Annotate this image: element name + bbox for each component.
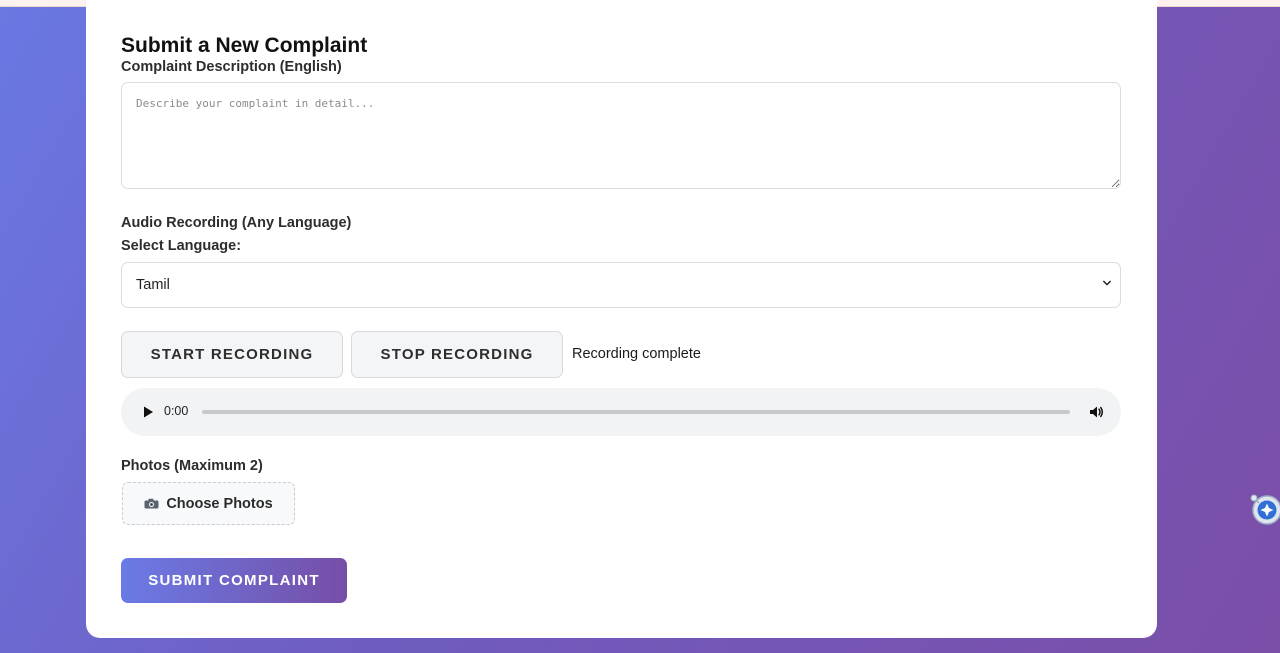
play-icon[interactable]	[141, 405, 155, 419]
recording-status-text: Recording complete	[572, 346, 701, 362]
extension-assistant-icon[interactable]	[1248, 492, 1280, 526]
photos-label: Photos (Maximum 2)	[121, 458, 263, 474]
audio-progress-track[interactable]	[202, 410, 1070, 414]
audio-recording-label: Audio Recording (Any Language)	[121, 215, 352, 231]
volume-icon[interactable]	[1088, 404, 1104, 420]
choose-photos-button[interactable]: Choose Photos	[122, 482, 295, 525]
audio-current-time: 0:00	[164, 404, 189, 418]
page-title: Submit a New Complaint	[121, 34, 368, 57]
chevron-down-icon	[1103, 280, 1111, 286]
stop-recording-button[interactable]: STOP RECORDING	[351, 331, 563, 378]
start-recording-button[interactable]: START RECORDING	[121, 331, 343, 378]
camera-icon	[144, 498, 159, 509]
submit-complaint-button[interactable]: SUBMIT COMPLAINT	[121, 558, 347, 603]
audio-player: 0:00	[121, 388, 1121, 436]
complaint-description-textarea[interactable]	[121, 82, 1121, 189]
language-selected-value: Tamil	[136, 277, 170, 293]
choose-photos-label: Choose Photos	[166, 495, 273, 512]
language-select[interactable]: Tamil	[121, 262, 1121, 308]
description-label: Complaint Description (English)	[121, 59, 342, 75]
select-language-label: Select Language:	[121, 238, 242, 254]
